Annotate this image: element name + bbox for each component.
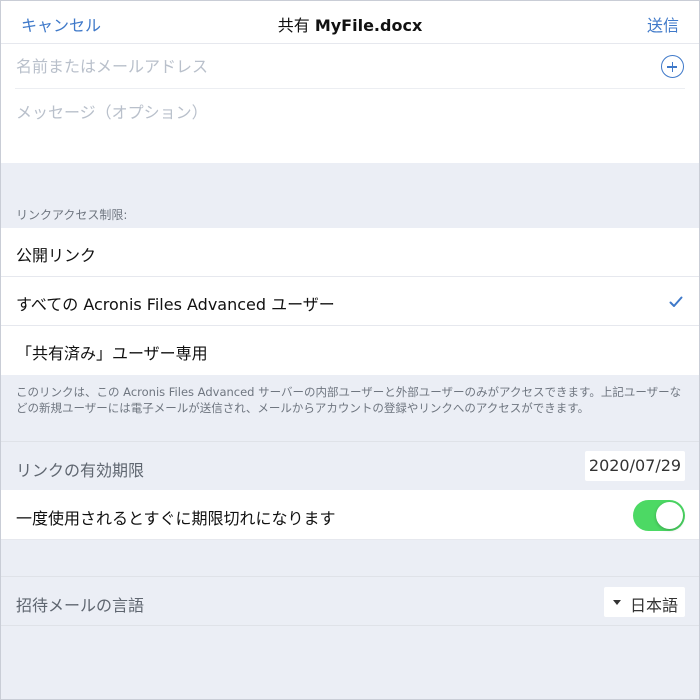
send-button[interactable]: 送信 <box>647 12 679 36</box>
link-expiry-row: リンクの有効期限 2020/07/29 <box>0 441 700 490</box>
option-label: すべての Acronis Files Advanced ユーザー <box>16 295 335 314</box>
link-access-description: このリンクは、この Acronis Files Advanced サーバーの内部… <box>16 385 682 415</box>
navigation-bar: キャンセル 共有 MyFile.docx 送信 <box>0 0 700 44</box>
option-label: 「共有済み」ユーザー専用 <box>16 344 208 363</box>
option-label: 公開リンク <box>16 246 97 265</box>
expiry-date-field[interactable]: 2020/07/29 <box>585 451 685 481</box>
expire-once-toggle[interactable] <box>633 500 685 531</box>
link-access-section-label: リンクアクセス制限: <box>16 208 128 222</box>
toggle-knob <box>656 502 683 529</box>
file-name: MyFile.docx <box>314 16 423 35</box>
divider <box>15 88 685 89</box>
link-expiry-label: リンクの有効期限 <box>16 461 145 480</box>
plus-circle-icon[interactable] <box>661 55 684 78</box>
invite-language-row: 招待メールの言語 日本語 <box>0 576 700 626</box>
option-shared-users-only[interactable]: 「共有済み」ユーザー専用 <box>0 326 700 375</box>
language-value: 日本語 <box>630 596 679 615</box>
checkmark-icon <box>669 296 683 307</box>
page-title: 共有 MyFile.docx <box>0 12 700 36</box>
message-input[interactable] <box>16 100 676 124</box>
caret-down-icon <box>613 600 621 605</box>
option-public-link[interactable]: 公開リンク <box>0 228 700 277</box>
title-prefix: 共有 <box>277 16 310 35</box>
option-all-acronis-users[interactable]: すべての Acronis Files Advanced ユーザー <box>0 277 700 326</box>
language-select[interactable]: 日本語 <box>604 587 685 617</box>
expire-once-label: 一度使用されるとすぐに期限切れになります <box>16 509 336 528</box>
expire-once-row: 一度使用されるとすぐに期限切れになります <box>0 490 700 540</box>
recipient-row <box>0 44 700 89</box>
invite-language-label: 招待メールの言語 <box>16 596 145 615</box>
recipient-input[interactable] <box>16 54 636 78</box>
compose-section <box>0 44 700 163</box>
